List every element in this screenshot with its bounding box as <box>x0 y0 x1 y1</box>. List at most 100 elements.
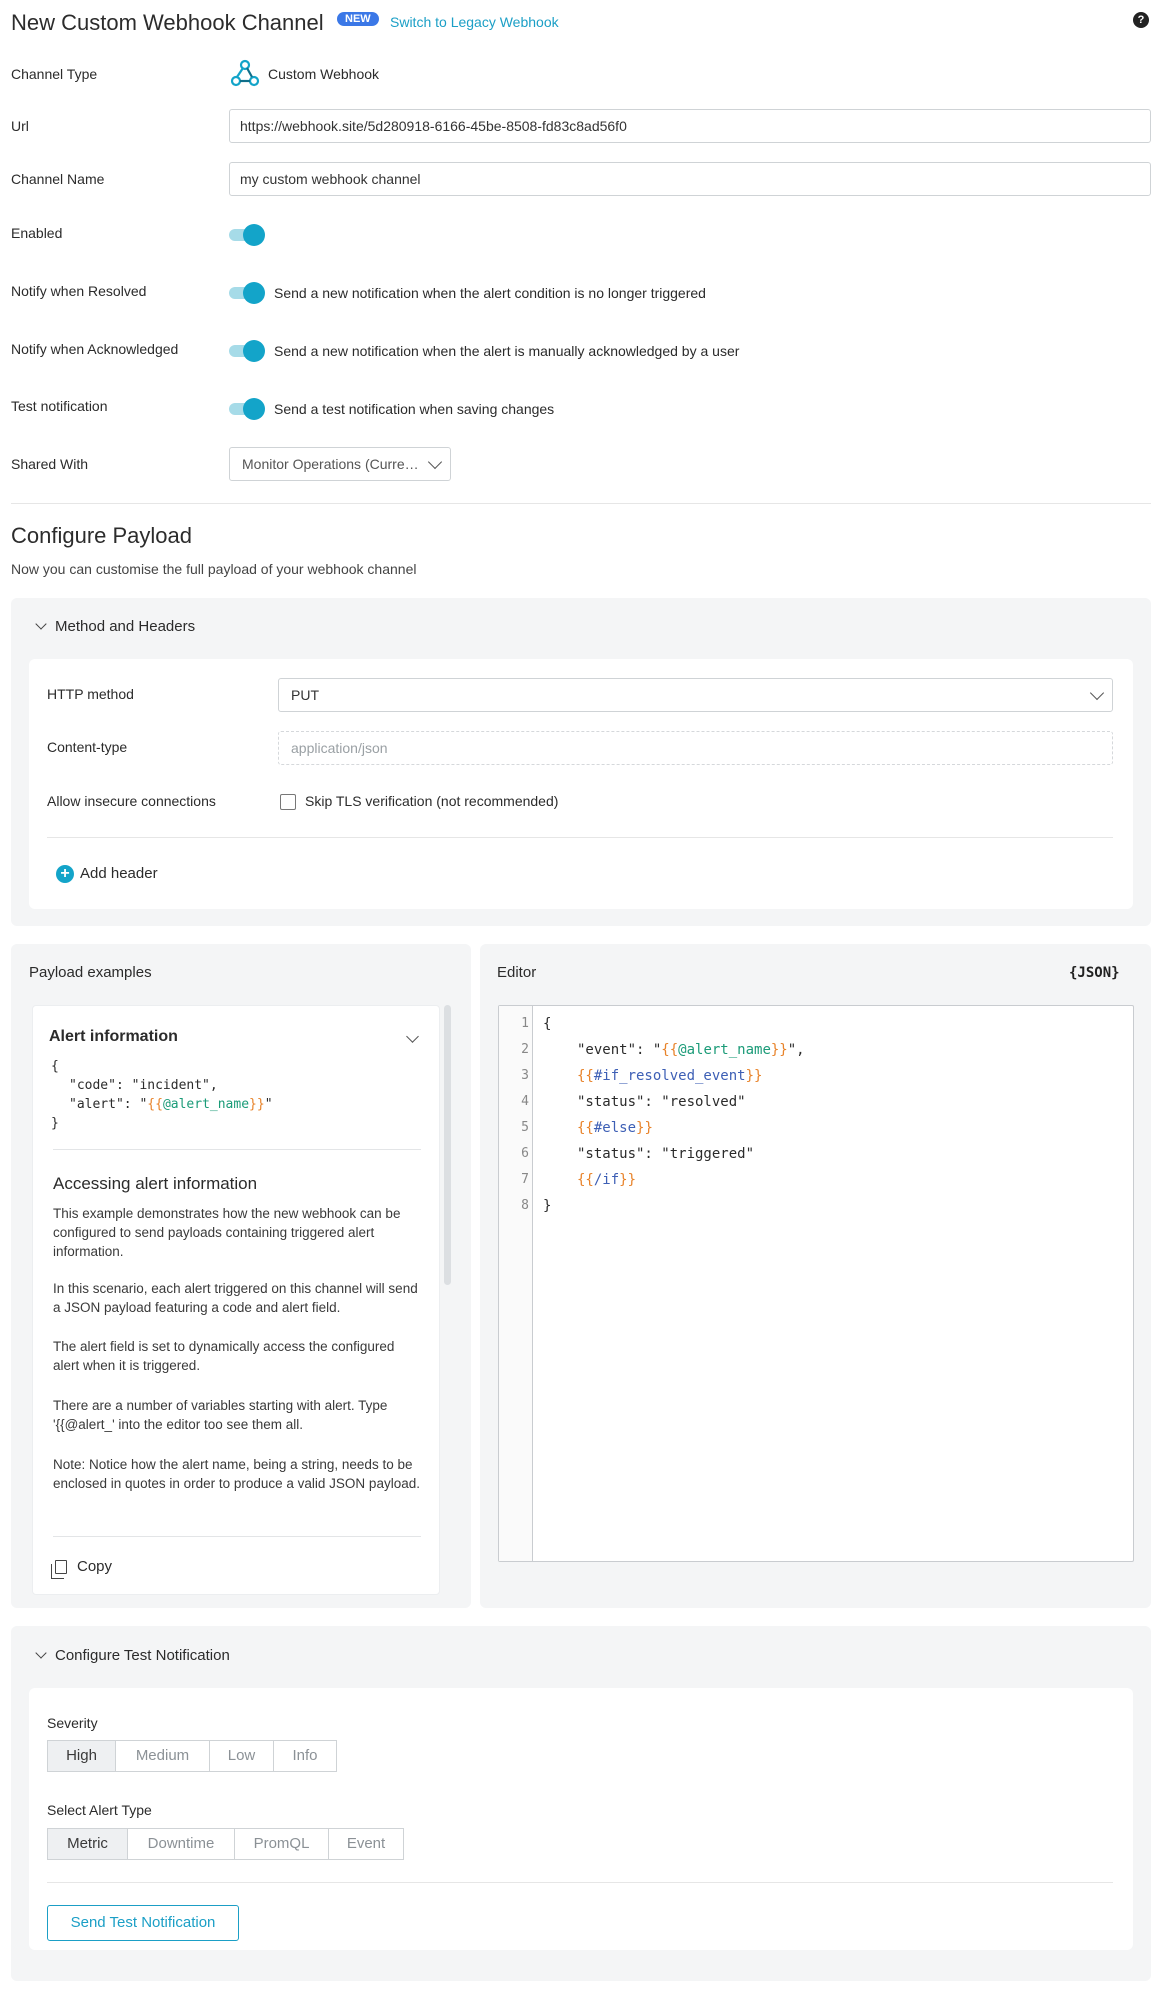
editor-gutter: 1 2 3 4 5 6 7 8 <box>499 1006 533 1561</box>
editor-line: {{#else}} <box>577 1120 653 1136</box>
divider <box>53 1149 421 1150</box>
chevron-down-icon <box>35 618 47 630</box>
notify-ack-label: Notify when Acknowledged <box>11 341 179 357</box>
example-paragraph: In this scenario, each alert triggered o… <box>53 1281 418 1315</box>
channel-name-input[interactable]: my custom webhook channel <box>229 162 1151 196</box>
test-notification-text: Send a test notification when saving cha… <box>274 401 555 417</box>
example-card: Alert information { "code": "incident", … <box>32 1005 440 1595</box>
editor-line: "event": "{{@alert_name}}", <box>577 1042 805 1058</box>
line-number: 6 <box>521 1146 529 1161</box>
example-code-line: "alert": "{{@alert_name}}" <box>69 1097 273 1112</box>
shared-with-select[interactable]: Monitor Operations (Curre… <box>229 447 451 481</box>
shared-with-value: Monitor Operations (Curre… <box>242 456 419 472</box>
severity-option-medium[interactable]: Medium <box>116 1741 210 1771</box>
notify-resolved-text: Send a new notification when the alert c… <box>274 285 706 301</box>
copy-button[interactable]: Copy <box>77 1558 112 1575</box>
test-notification-section-toggle[interactable]: Configure Test Notification <box>35 1647 230 1664</box>
channel-type-label: Channel Type <box>11 66 98 82</box>
severity-option-low[interactable]: Low <box>210 1741 274 1771</box>
example-scrollbar[interactable] <box>444 1005 451 1285</box>
chevron-down-icon <box>35 1647 47 1659</box>
example-code-line: } <box>51 1116 59 1131</box>
notify-ack-toggle[interactable] <box>229 340 265 362</box>
line-number: 7 <box>521 1172 529 1187</box>
divider <box>47 1882 1113 1883</box>
divider <box>53 1536 421 1537</box>
content-type-label: Content-type <box>47 739 128 755</box>
new-badge: NEW <box>337 12 379 26</box>
insecure-label: Allow insecure connections <box>47 793 216 809</box>
line-number: 4 <box>521 1094 529 1109</box>
line-number: 1 <box>521 1016 529 1031</box>
editor-line: "status": "triggered" <box>577 1146 755 1162</box>
editor-header: Editor <box>497 964 537 981</box>
chevron-down-icon[interactable] <box>406 1030 419 1043</box>
method-headers-title: Method and Headers <box>55 618 196 635</box>
method-headers-toggle[interactable]: Method and Headers <box>35 618 196 635</box>
copy-icon[interactable] <box>51 1560 67 1579</box>
line-number: 2 <box>521 1042 529 1057</box>
switch-legacy-link[interactable]: Switch to Legacy Webhook <box>390 14 559 30</box>
divider <box>11 503 1151 504</box>
question-circle-icon[interactable]: ? <box>1133 12 1149 28</box>
send-test-notification-button[interactable]: Send Test Notification <box>47 1905 239 1941</box>
alert-type-option-downtime[interactable]: Downtime <box>128 1829 235 1859</box>
http-method-value: PUT <box>291 687 319 703</box>
enabled-toggle[interactable] <box>229 224 265 246</box>
shared-with-label: Shared With <box>11 456 89 472</box>
example-paragraph: There are a number of variables starting… <box>53 1398 388 1432</box>
example-code-line: { <box>51 1059 59 1074</box>
code-editor[interactable]: 1 2 3 4 5 6 7 8 { "event": "{{@alert_nam… <box>498 1005 1134 1562</box>
example-code-line: "code": "incident", <box>69 1078 218 1093</box>
page-title: New Custom Webhook Channel <box>11 10 324 35</box>
example-heading: Accessing alert information <box>53 1174 258 1193</box>
alert-type-option-event[interactable]: Event <box>329 1829 403 1859</box>
severity-label: Severity <box>47 1715 98 1731</box>
chevron-down-icon <box>427 454 443 470</box>
editor-line: } <box>543 1198 552 1214</box>
channel-name-label: Channel Name <box>11 171 105 187</box>
configure-payload-title: Configure Payload <box>11 523 193 548</box>
example-paragraph: The alert field is set to dynamically ac… <box>53 1339 395 1373</box>
add-header-button[interactable]: Add header <box>80 865 158 882</box>
line-number: 8 <box>521 1198 529 1213</box>
editor-line: {{/if}} <box>577 1172 637 1188</box>
url-input[interactable]: https://webhook.site/5d280918-6166-45be-… <box>229 109 1151 143</box>
example-paragraph: Note: Notice how the alert name, being a… <box>53 1457 420 1491</box>
severity-option-info[interactable]: Info <box>274 1741 336 1771</box>
skip-tls-checkbox[interactable] <box>280 794 296 810</box>
test-notification-title: Configure Test Notification <box>55 1647 230 1664</box>
example-card-title: Alert information <box>49 1028 178 1045</box>
alert-type-segmented-control: Metric Downtime PromQL Event <box>47 1828 404 1860</box>
severity-option-high[interactable]: High <box>48 1741 116 1771</box>
alert-type-option-metric[interactable]: Metric <box>48 1829 128 1859</box>
editor-line: "status": "resolved" <box>577 1094 746 1110</box>
notify-resolved-toggle[interactable] <box>229 282 265 304</box>
line-number: 3 <box>521 1068 529 1083</box>
divider <box>47 837 1113 838</box>
webhook-icon <box>229 57 261 89</box>
editor-line: {{#if_resolved_event}} <box>577 1068 763 1084</box>
payload-examples-header: Payload examples <box>29 964 152 981</box>
channel-type-value: Custom Webhook <box>268 66 380 82</box>
enabled-label: Enabled <box>11 225 63 241</box>
url-label: Url <box>11 118 29 134</box>
plus-circle-icon[interactable]: + <box>56 865 74 883</box>
test-notification-toggle[interactable] <box>229 398 265 420</box>
http-method-label: HTTP method <box>47 686 134 702</box>
content-type-input[interactable]: application/json <box>278 731 1113 765</box>
skip-tls-label: Skip TLS verification (not recommended) <box>305 793 559 809</box>
alert-type-label: Select Alert Type <box>47 1802 152 1818</box>
http-method-select[interactable]: PUT <box>278 678 1113 712</box>
test-notification-label: Test notification <box>11 398 108 414</box>
alert-type-option-promql[interactable]: PromQL <box>235 1829 329 1859</box>
editor-line: { <box>543 1016 552 1032</box>
line-number: 5 <box>521 1120 529 1135</box>
json-badge: {JSON} <box>1069 965 1120 981</box>
chevron-down-icon <box>1089 685 1105 701</box>
configure-payload-subtitle: Now you can customise the full payload o… <box>11 561 417 577</box>
notify-resolved-label: Notify when Resolved <box>11 283 147 299</box>
severity-segmented-control: High Medium Low Info <box>47 1740 337 1772</box>
notify-ack-text: Send a new notification when the alert i… <box>274 343 740 359</box>
example-paragraph: This example demonstrates how the new we… <box>53 1206 401 1259</box>
